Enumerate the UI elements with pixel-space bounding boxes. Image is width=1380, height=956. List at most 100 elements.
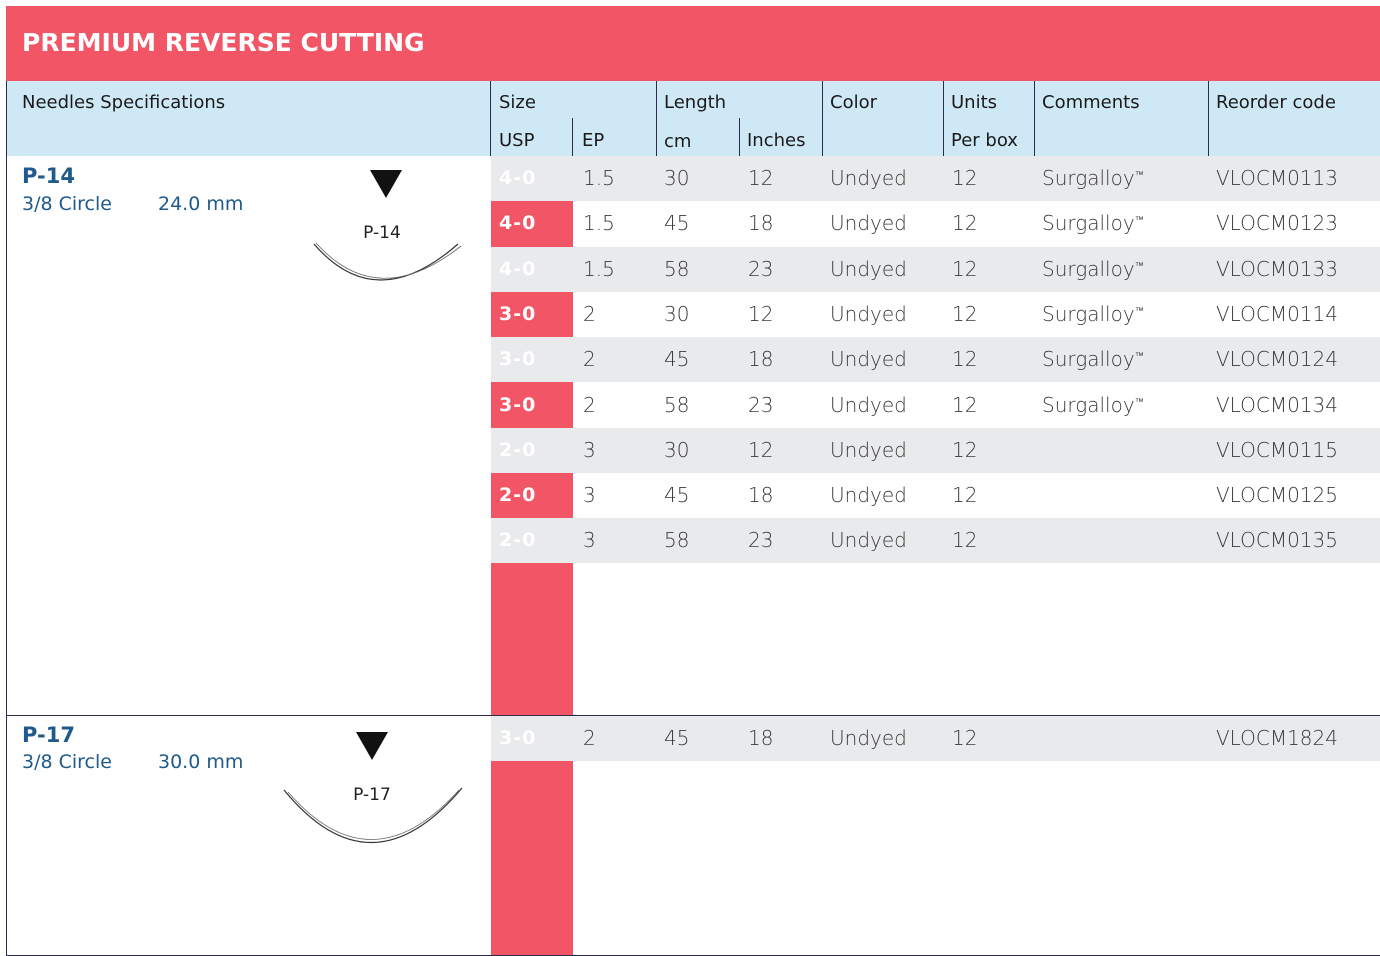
cell-inches: 18 (748, 483, 774, 508)
cell-units: 12 (952, 301, 978, 326)
cutting-edge-icon (370, 170, 402, 198)
cell-ep: 3 (583, 528, 596, 553)
cell-cm: 45 (664, 211, 690, 236)
needle-shape-p14: 3/8 Circle (22, 193, 112, 215)
table-row: 4-0 1.5 58 23 Undyed 12 Surgalloy™ VLOCM0133 (491, 246, 1380, 292)
cell-usp: 3-0 (499, 393, 537, 416)
cell-cm: 45 (664, 347, 690, 372)
cell-code: VLOCM0135 (1216, 528, 1338, 553)
cell-usp: 3-0 (499, 302, 537, 325)
divider-units-comments (1034, 81, 1035, 156)
cell-color: Undyed (830, 437, 907, 462)
header-units: Units (951, 92, 998, 113)
cell-inches: 23 (748, 528, 774, 553)
title-banner: PREMIUM REVERSE CUTTING (6, 6, 1380, 81)
trademark-mark: ™ (1134, 215, 1144, 226)
cell-color: Undyed (830, 166, 907, 190)
table-row: 2-0 3 58 23 Undyed 12 VLOCM0135 (491, 518, 1380, 564)
cell-ep: 1.5 (583, 256, 615, 281)
table-header: Needles Specifications Size USP EP Lengt… (6, 81, 1380, 156)
group-divider (6, 715, 1380, 716)
header-reorder-code: Reorder code (1216, 92, 1336, 113)
cell-cm: 30 (664, 301, 690, 326)
cell-comment: Surgalloy™ (1042, 156, 1144, 201)
cell-cm: 58 (664, 256, 690, 281)
trademark-mark: ™ (1134, 260, 1144, 271)
header-comments: Comments (1042, 92, 1140, 113)
cell-usp: 3-0 (499, 348, 537, 371)
spec-sheet: PREMIUM REVERSE CUTTING Needles Specific… (6, 6, 1380, 956)
cell-color: Undyed (830, 528, 907, 553)
cell-color: Undyed (830, 301, 907, 326)
cell-comment: Surgalloy™ (1042, 247, 1144, 292)
cell-ep: 3 (583, 483, 596, 508)
needle-curve-icon (313, 243, 459, 281)
cell-color: Undyed (830, 392, 907, 417)
cell-comment: Surgalloy™ (1042, 292, 1144, 337)
cell-units: 12 (952, 437, 978, 462)
header-per-box: Per box (951, 130, 1018, 151)
table-row: 4-0 1.5 30 12 Undyed 12 Surgalloy™ VLOCM0113 (491, 156, 1380, 201)
comment-text: Surgalloy (1042, 166, 1135, 190)
cell-code: VLOCM0113 (1216, 166, 1338, 190)
cell-cm: 58 (664, 528, 690, 553)
cell-cm: 45 (664, 726, 690, 750)
page-title: PREMIUM REVERSE CUTTING (22, 28, 425, 57)
cell-units: 12 (952, 347, 978, 372)
needle-length-p14: 24.0 mm (158, 193, 244, 215)
divider-size-length (656, 81, 657, 156)
cell-inches: 12 (748, 301, 774, 326)
cell-comment: Surgalloy™ (1042, 201, 1144, 246)
needle-diagram-label-p14: P-14 (363, 223, 401, 243)
cell-units: 12 (952, 528, 978, 553)
header-ep: EP (582, 130, 605, 151)
divider-comments-reorder (1208, 81, 1209, 156)
cell-inches: 23 (748, 256, 774, 281)
table-row: 3-0 2 58 23 Undyed 12 Surgalloy™ VLOCM0134 (491, 383, 1380, 428)
cell-ep: 1.5 (583, 166, 615, 190)
cell-inches: 12 (748, 166, 774, 190)
cell-usp: 4-0 (499, 167, 537, 189)
header-usp: USP (499, 130, 535, 151)
cell-cm: 58 (664, 392, 690, 417)
needle-diagram-p14: P-14 (313, 170, 462, 281)
cell-ep: 2 (583, 347, 596, 372)
needle-name-p17: P-17 (22, 723, 75, 747)
cell-cm: 45 (664, 483, 690, 508)
needle-length-p17: 30.0 mm (158, 751, 244, 773)
cell-color: Undyed (830, 347, 907, 372)
cell-color: Undyed (830, 256, 907, 281)
cell-code: VLOCM1824 (1216, 726, 1338, 750)
cell-usp: 2-0 (499, 438, 537, 461)
cell-usp: 4-0 (499, 212, 537, 235)
header-inches: Inches (747, 130, 806, 151)
border-left (6, 81, 7, 956)
cell-code: VLOCM0124 (1216, 347, 1338, 372)
cell-code: VLOCM0115 (1216, 437, 1338, 462)
trademark-mark: ™ (1134, 396, 1144, 407)
header-color: Color (830, 92, 877, 113)
header-cm: cm (664, 131, 692, 152)
needle-name-p14: P-14 (22, 164, 75, 188)
cell-units: 12 (952, 166, 978, 190)
cell-units: 12 (952, 392, 978, 417)
divider-needles-size (490, 81, 491, 156)
comment-text: Surgalloy (1042, 392, 1135, 417)
table-row: 2-0 3 30 12 Undyed 12 VLOCM0115 (491, 427, 1380, 473)
cell-inches: 18 (748, 726, 774, 750)
cell-color: Undyed (830, 211, 907, 236)
header-needles-spec: Needles Specifications (22, 92, 226, 113)
cell-inches: 23 (748, 392, 774, 417)
cell-ep: 3 (583, 437, 596, 462)
comment-text: Surgalloy (1042, 301, 1135, 326)
cell-ep: 2 (583, 301, 596, 326)
cell-comment: Surgalloy™ (1042, 337, 1144, 382)
cell-ep: 2 (583, 726, 596, 750)
table-row: 3-0 2 30 12 Undyed 12 Surgalloy™ VLOCM0114 (491, 292, 1380, 337)
cell-units: 12 (952, 726, 978, 750)
cell-code: VLOCM0125 (1216, 483, 1338, 508)
table-row: 3-0 2 45 18 Undyed 12 VLOCM1824 (491, 716, 1380, 761)
comment-text: Surgalloy (1042, 347, 1135, 372)
comment-text: Surgalloy (1042, 256, 1135, 281)
cell-inches: 18 (748, 211, 774, 236)
